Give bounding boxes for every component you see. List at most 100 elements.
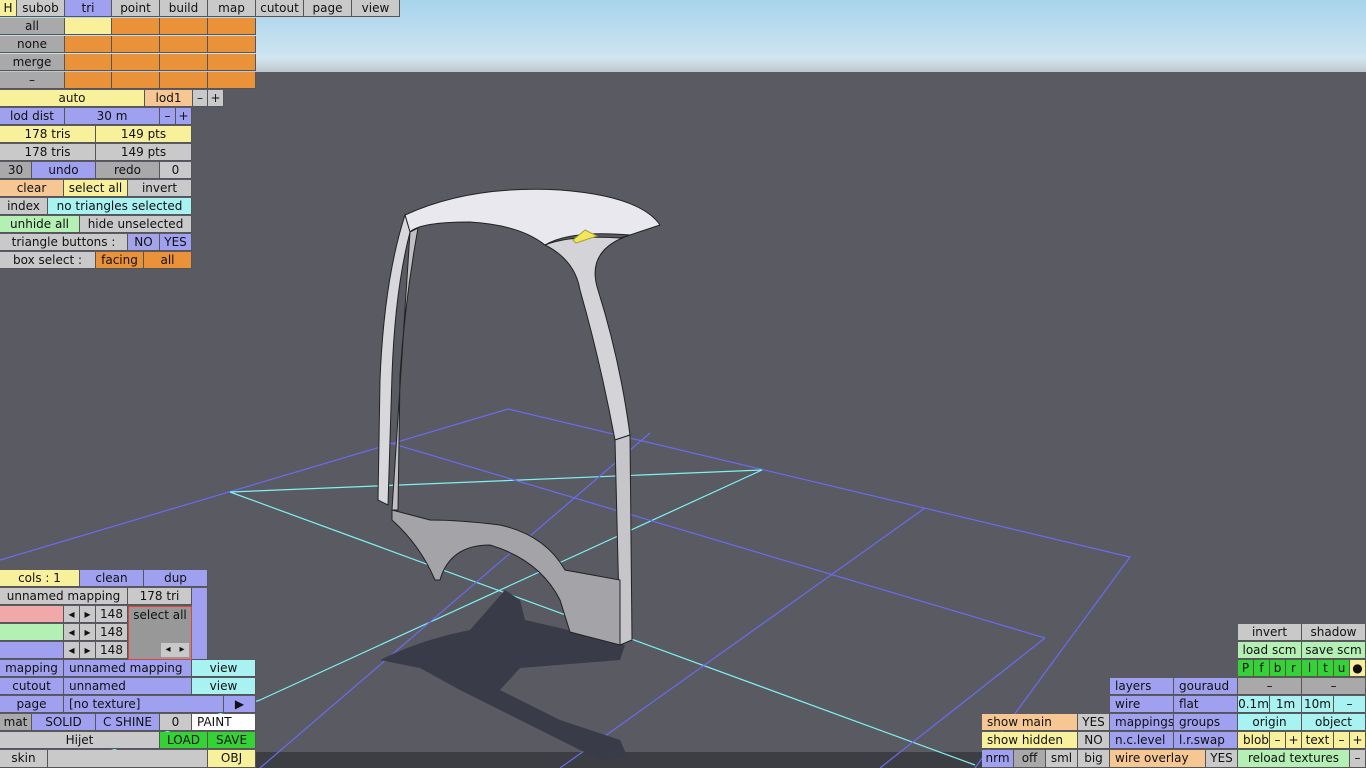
- merge-button[interactable]: merge: [0, 54, 65, 71]
- swatch-select-all[interactable]: select all: [129, 607, 191, 623]
- group-slot[interactable]: [208, 36, 256, 53]
- group-slot[interactable]: [208, 18, 256, 35]
- flat-button[interactable]: flat: [1174, 696, 1238, 713]
- blob-plus[interactable]: +: [1286, 732, 1302, 749]
- view-dot-icon[interactable]: ●: [1350, 660, 1366, 677]
- cutout-view-button[interactable]: view: [192, 678, 256, 695]
- wire-button[interactable]: wire: [1110, 696, 1174, 713]
- wire-overlay-button[interactable]: wire overlay: [1110, 750, 1206, 768]
- paint-button[interactable]: PAINT: [192, 714, 256, 731]
- step-0-1m[interactable]: 0.1m: [1238, 696, 1270, 713]
- clear-button[interactable]: clear: [0, 180, 64, 197]
- blue-left-arrow[interactable]: ◂: [64, 642, 80, 659]
- triangle-buttons-no[interactable]: NO: [128, 234, 160, 251]
- blue-slider[interactable]: [0, 642, 64, 659]
- group-slot[interactable]: [112, 72, 160, 89]
- tab-page[interactable]: page: [304, 0, 352, 17]
- origin-button[interactable]: origin: [1238, 714, 1302, 731]
- group-slot[interactable]: [65, 18, 112, 35]
- text-minus[interactable]: –: [1334, 732, 1350, 749]
- dup-button[interactable]: dup: [144, 570, 208, 587]
- lr-swap-button[interactable]: l.r.swap: [1174, 732, 1238, 749]
- group-slot[interactable]: [65, 54, 112, 71]
- swatch-right-arrow[interactable]: ▸: [175, 643, 189, 657]
- cshine-button[interactable]: C SHINE: [96, 714, 160, 731]
- view-front[interactable]: f: [1254, 660, 1270, 677]
- tab-subob[interactable]: subob: [17, 0, 65, 17]
- view-perspective[interactable]: P: [1238, 660, 1254, 677]
- tab-tri[interactable]: tri: [65, 0, 112, 17]
- layers-button[interactable]: layers: [1110, 678, 1174, 695]
- cutout-select[interactable]: unnamed: [64, 678, 192, 695]
- text-plus[interactable]: +: [1350, 732, 1366, 749]
- group-slot[interactable]: [112, 36, 160, 53]
- box-select-facing[interactable]: facing: [96, 252, 144, 269]
- clean-button[interactable]: clean: [80, 570, 144, 587]
- group-slot[interactable]: [208, 54, 256, 71]
- green-slider[interactable]: [0, 624, 64, 641]
- triangle-buttons-yes[interactable]: YES: [160, 234, 192, 251]
- lod-dist-minus-button[interactable]: –: [160, 108, 176, 125]
- group-slot[interactable]: [160, 36, 208, 53]
- red-slider[interactable]: [0, 606, 64, 623]
- mapping-view-button[interactable]: view: [192, 660, 256, 677]
- solid-button[interactable]: SOLID: [32, 714, 96, 731]
- group-slot[interactable]: [160, 72, 208, 89]
- show-main-value[interactable]: YES: [1078, 714, 1110, 731]
- skin-field[interactable]: [48, 750, 208, 768]
- lod-plus-button[interactable]: +: [208, 90, 224, 107]
- object-button[interactable]: object: [1302, 714, 1366, 731]
- normals-off[interactable]: off: [1014, 750, 1046, 768]
- lod-minus-button[interactable]: –: [193, 90, 208, 107]
- nc-level-button[interactable]: n.c.level: [1110, 732, 1174, 749]
- load-button[interactable]: LOAD: [160, 732, 208, 749]
- select-all-button[interactable]: select all: [64, 180, 128, 197]
- lod-level-button[interactable]: lod1: [145, 90, 193, 107]
- blob-minus[interactable]: –: [1270, 732, 1286, 749]
- red-left-arrow[interactable]: ◂: [64, 606, 80, 623]
- tab-view[interactable]: view: [352, 0, 400, 17]
- save-button[interactable]: SAVE: [208, 732, 256, 749]
- group-slot[interactable]: [160, 18, 208, 35]
- lod-dist-plus-button[interactable]: +: [176, 108, 192, 125]
- view-left[interactable]: l: [1302, 660, 1318, 677]
- blue-right-arrow[interactable]: ▸: [80, 642, 96, 659]
- normals-button[interactable]: nrm: [982, 750, 1014, 768]
- invert-view-button[interactable]: invert: [1238, 624, 1302, 641]
- step-10m[interactable]: 10m: [1302, 696, 1334, 713]
- undo-button[interactable]: undo: [32, 162, 96, 179]
- hide-unselected-button[interactable]: hide unselected: [80, 216, 192, 233]
- view-right[interactable]: r: [1286, 660, 1302, 677]
- remove-button[interactable]: –: [0, 72, 65, 89]
- unhide-all-button[interactable]: unhide all: [0, 216, 80, 233]
- color-scrollbar[interactable]: [192, 588, 208, 660]
- lod-dist-value[interactable]: 30 m: [65, 108, 160, 125]
- mapping-select[interactable]: unnamed mapping: [64, 660, 192, 677]
- green-left-arrow[interactable]: ◂: [64, 624, 80, 641]
- index-button[interactable]: index: [0, 198, 48, 215]
- group-slot[interactable]: [65, 36, 112, 53]
- wire-overlay-value[interactable]: YES: [1206, 750, 1238, 768]
- group-slot[interactable]: [208, 72, 256, 89]
- step-minus[interactable]: –: [1334, 696, 1366, 713]
- show-hidden-button[interactable]: show hidden: [982, 732, 1078, 749]
- select-none-button[interactable]: none: [0, 36, 65, 53]
- show-main-button[interactable]: show main: [982, 714, 1078, 731]
- group-slot[interactable]: [112, 54, 160, 71]
- reload-textures-button[interactable]: reload textures: [1238, 750, 1350, 768]
- green-right-arrow[interactable]: ▸: [80, 624, 96, 641]
- mappings-button[interactable]: mappings: [1110, 714, 1174, 731]
- redo-button[interactable]: redo: [96, 162, 160, 179]
- normals-small[interactable]: sml: [1046, 750, 1078, 768]
- view-top[interactable]: t: [1318, 660, 1334, 677]
- page-select[interactable]: [no texture]: [64, 696, 224, 713]
- lod-auto-button[interactable]: auto: [0, 90, 145, 107]
- obj-button[interactable]: OBJ: [208, 750, 256, 768]
- normals-big[interactable]: big: [1078, 750, 1110, 768]
- load-scm-button[interactable]: load scm: [1238, 642, 1302, 659]
- tab-h[interactable]: H: [0, 0, 17, 17]
- group-slot[interactable]: [65, 72, 112, 89]
- view-under[interactable]: u: [1334, 660, 1350, 677]
- save-scm-button[interactable]: save scm: [1302, 642, 1366, 659]
- gouraud-button[interactable]: gouraud: [1174, 678, 1238, 695]
